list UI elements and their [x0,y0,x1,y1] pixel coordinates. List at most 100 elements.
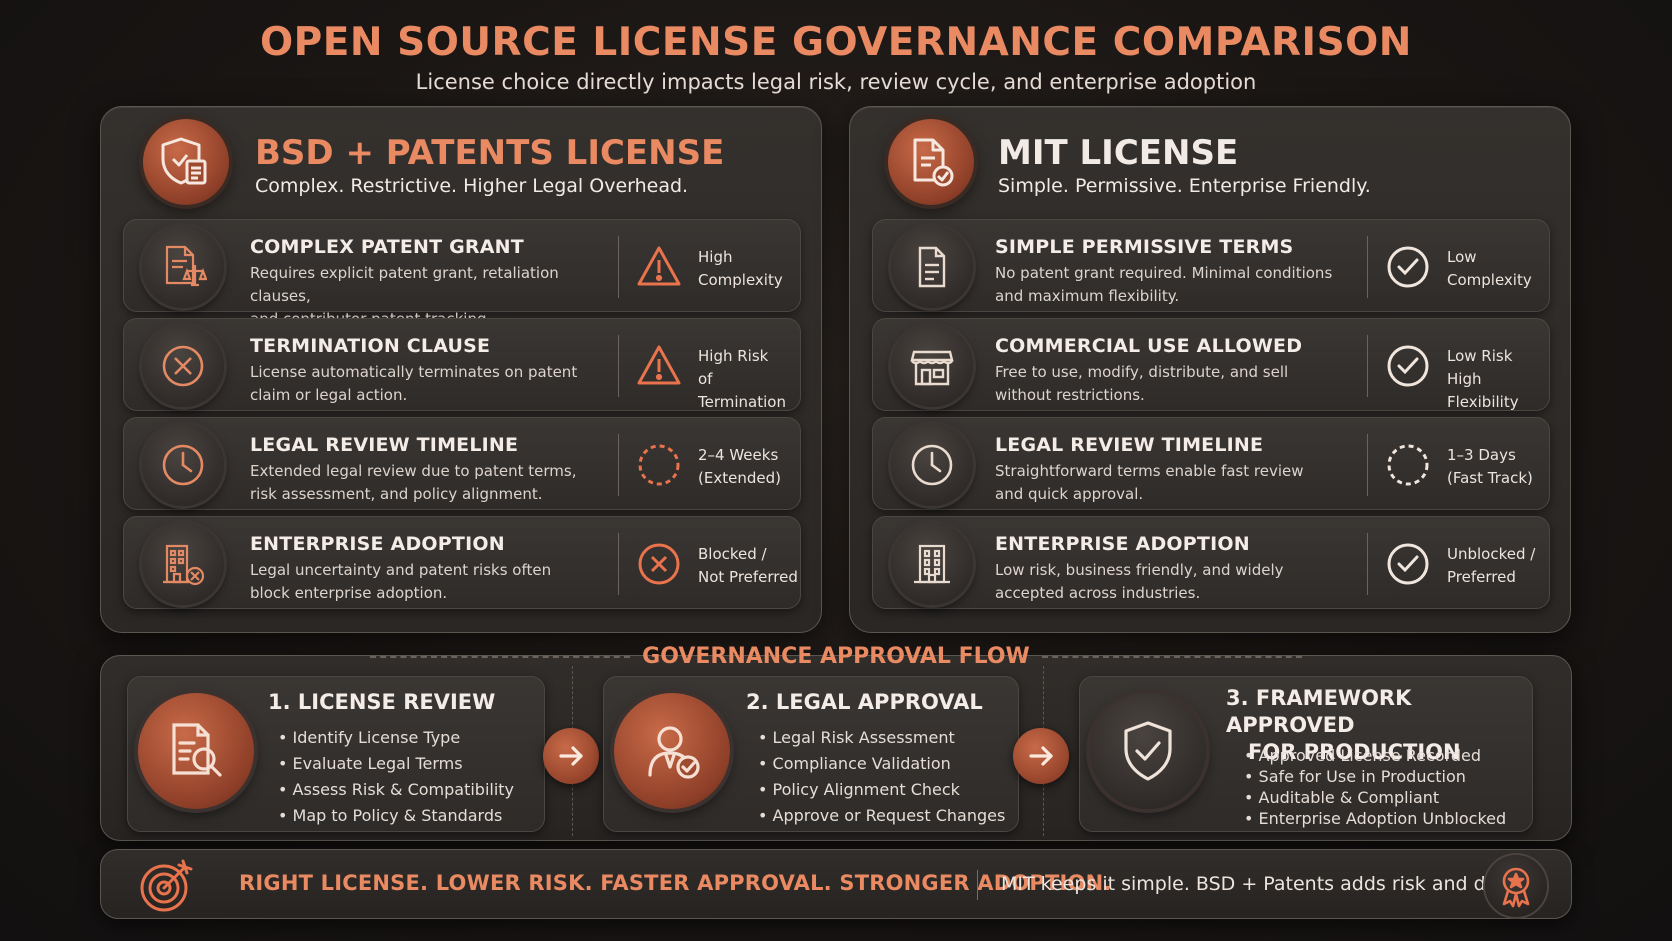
divider [618,434,619,496]
row-description: Legal uncertainty and patent risks often… [250,559,610,605]
warning-icon [636,244,682,290]
shield-document-icon [143,119,229,205]
building-blocked-icon [142,523,224,605]
list-item: Assess Risk & Compatibility [278,777,514,803]
warning-icon [636,343,682,389]
target-icon [137,857,195,915]
mit-row-commercial-use: COMMERCIAL USE ALLOWED Free to use, modi… [872,318,1550,411]
step-framework-approved: 3. FRAMEWORK APPROVED FOR PRODUCTION App… [1079,676,1533,832]
list-item: Approved License Recorded [1244,745,1506,766]
row-desc-line: block enterprise adoption. [250,582,610,605]
row-title: ENTERPRISE ADOPTION [250,533,505,555]
mit-row-review-timeline: LEGAL REVIEW TIMELINE Straightforward te… [872,417,1550,510]
status-line: Preferred [1447,566,1535,589]
arrow-right-icon [1013,728,1069,784]
bsd-panel: BSD + PATENTS LICENSE Complex. Restricti… [100,106,822,633]
clock-icon [891,424,973,506]
list-item: Map to Policy & Standards [278,803,514,829]
list-item: Safe for Use in Production [1244,766,1506,787]
list-item: Enterprise Adoption Unblocked [1244,808,1506,829]
divider [1367,236,1368,298]
row-desc-line: Straightforward terms enable fast review [995,460,1355,483]
row-desc-line: without restrictions. [995,384,1355,407]
document-search-icon [138,693,254,809]
check-circle-icon [1385,343,1431,389]
check-circle-icon [1385,541,1431,587]
row-desc-line: and quick approval. [995,483,1355,506]
row-desc-line: risk assessment, and policy alignment. [250,483,610,506]
row-title: ENTERPRISE ADOPTION [995,533,1250,555]
status-line: Complexity [698,269,783,292]
divider [1367,434,1368,496]
step-title: 1. LICENSE REVIEW [268,689,495,716]
status-line: Low Risk [1447,345,1549,368]
row-status: High Risk of Termination [698,345,800,414]
mit-panel: MIT LICENSE Simple. Permissive. Enterpri… [849,106,1571,633]
summary-banner: RIGHT LICENSE. LOWER RISK. FASTER APPROV… [100,849,1572,919]
status-line: Unblocked / [1447,543,1535,566]
storefront-icon [891,325,973,407]
bsd-row-review-timeline: LEGAL REVIEW TIMELINE Extended legal rev… [123,417,801,510]
row-desc-line: License automatically terminates on pate… [250,361,610,384]
dashed-circle-icon [1385,442,1431,488]
row-desc-line: Low risk, business friendly, and widely [995,559,1355,582]
row-status: Low Risk High Flexibility [1447,345,1549,414]
status-line: Blocked / [698,543,798,566]
row-desc-line: No patent grant required. Minimal condit… [995,262,1355,285]
check-circle-icon [1385,244,1431,290]
status-line: Complexity [1447,269,1532,292]
divider [618,533,619,595]
step-title-line: 3. FRAMEWORK APPROVED [1226,685,1532,739]
mit-row-permissive-terms: SIMPLE PERMISSIVE TERMS No patent grant … [872,219,1550,312]
page-title: OPEN SOURCE LICENSE GOVERNANCE COMPARISO… [0,20,1672,65]
row-title: SIMPLE PERMISSIVE TERMS [995,236,1293,258]
list-item: Identify License Type [278,725,514,751]
mit-subtitle: Simple. Permissive. Enterprise Friendly. [998,175,1371,197]
list-item: Evaluate Legal Terms [278,751,514,777]
list-item: Approve or Request Changes [758,803,1005,829]
step-checklist: Legal Risk Assessment Compliance Validat… [758,725,1005,829]
row-status: Unblocked / Preferred [1447,543,1535,589]
row-desc-line: Free to use, modify, distribute, and sel… [995,361,1355,384]
list-item: Legal Risk Assessment [758,725,1005,751]
row-status: High Complexity [698,246,783,292]
document-icon [891,226,973,308]
shield-check-icon [1090,693,1206,809]
status-line: of Termination [698,368,800,414]
divider [370,656,630,658]
flow-label: GOVERNANCE APPROVAL FLOW [630,644,1042,669]
page-subtitle: License choice directly impacts legal ri… [0,70,1672,94]
row-description: No patent grant required. Minimal condit… [995,262,1355,308]
governance-flow-panel: 1. LICENSE REVIEW Identify License Type … [100,655,1572,841]
row-description: Straightforward terms enable fast review… [995,460,1355,506]
x-circle-icon [636,541,682,587]
row-description: Low risk, business friendly, and widely … [995,559,1355,605]
mit-row-enterprise-adoption: ENTERPRISE ADOPTION Low risk, business f… [872,516,1550,609]
flow-label-wrap: GOVERNANCE APPROVAL FLOW [0,644,1672,669]
step-title: 2. LEGAL APPROVAL [746,689,983,716]
row-title: COMMERCIAL USE ALLOWED [995,335,1302,357]
divider [618,236,619,298]
document-scale-icon [142,226,224,308]
document-check-icon [888,119,974,205]
arrow-right-icon [543,728,599,784]
row-desc-line: Legal uncertainty and patent risks often [250,559,610,582]
row-status: Blocked / Not Preferred [698,543,798,589]
divider [977,870,978,900]
bsd-row-patent-grant: COMPLEX PATENT GRANT Requires explicit p… [123,219,801,312]
step-checklist: Approved License Recorded Safe for Use i… [1244,745,1506,829]
status-line: 2–4 Weeks [698,444,781,467]
divider [1367,533,1368,595]
bsd-row-enterprise-adoption: ENTERPRISE ADOPTION Legal uncertainty an… [123,516,801,609]
status-line: Not Preferred [698,566,798,589]
status-line: High Flexibility [1447,368,1549,414]
bsd-title: BSD + PATENTS LICENSE [255,133,724,173]
divider [618,335,619,397]
list-item: Auditable & Compliant [1244,787,1506,808]
row-status: 2–4 Weeks (Extended) [698,444,781,490]
row-desc-line: Extended legal review due to patent term… [250,460,610,483]
x-circle-icon [142,325,224,407]
bsd-row-termination: TERMINATION CLAUSE License automatically… [123,318,801,411]
building-icon [891,523,973,605]
status-line: (Extended) [698,467,781,490]
